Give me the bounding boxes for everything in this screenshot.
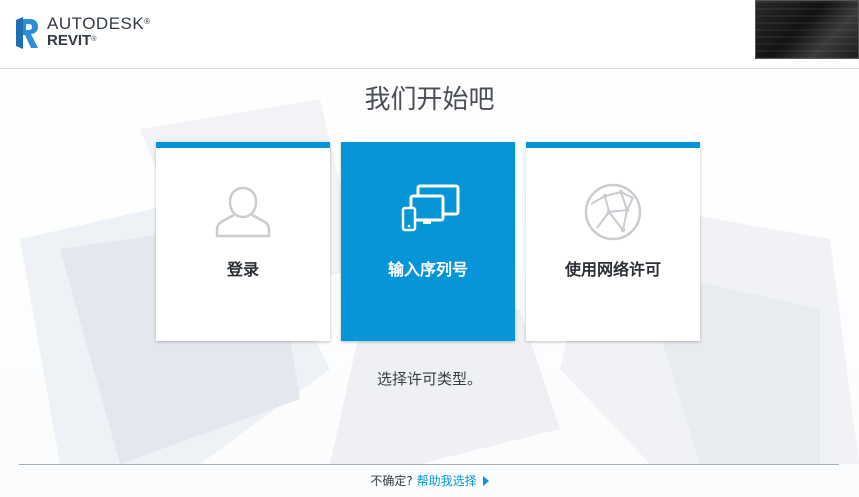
network-globe-icon [584,183,642,241]
brand-company: AUTODESK® [47,14,151,33]
card-label: 输入序列号 [387,260,468,279]
footer-question: 不确定? [370,474,413,488]
header: AUTODESK® REVIT® [0,0,859,69]
license-type-hint: 选择许可类型。 [376,370,482,388]
sign-in-card[interactable]: 登录 [156,142,330,341]
network-license-card[interactable]: 使用网络许可 [526,142,700,341]
license-wizard-page: AUTODESK® REVIT® 我们开始吧 登录 输入序列号 使用网络许可 选… [0,0,859,497]
corner-thumbnail [755,0,859,59]
card-label: 使用网络许可 [564,260,661,279]
user-icon [215,186,271,238]
brand-product: REVIT® [47,32,97,49]
help-me-choose-link[interactable]: 帮助我选择 [417,474,477,488]
footer: 不确定? 帮助我选择 [0,472,859,489]
arrow-right-icon[interactable] [482,476,489,486]
devices-icon [401,184,460,232]
serial-number-card[interactable]: 输入序列号 [341,142,515,341]
footer-divider [19,464,839,465]
card-label: 登录 [226,260,259,279]
page-title: 我们开始吧 [364,85,495,115]
revit-logo-icon [16,17,38,49]
